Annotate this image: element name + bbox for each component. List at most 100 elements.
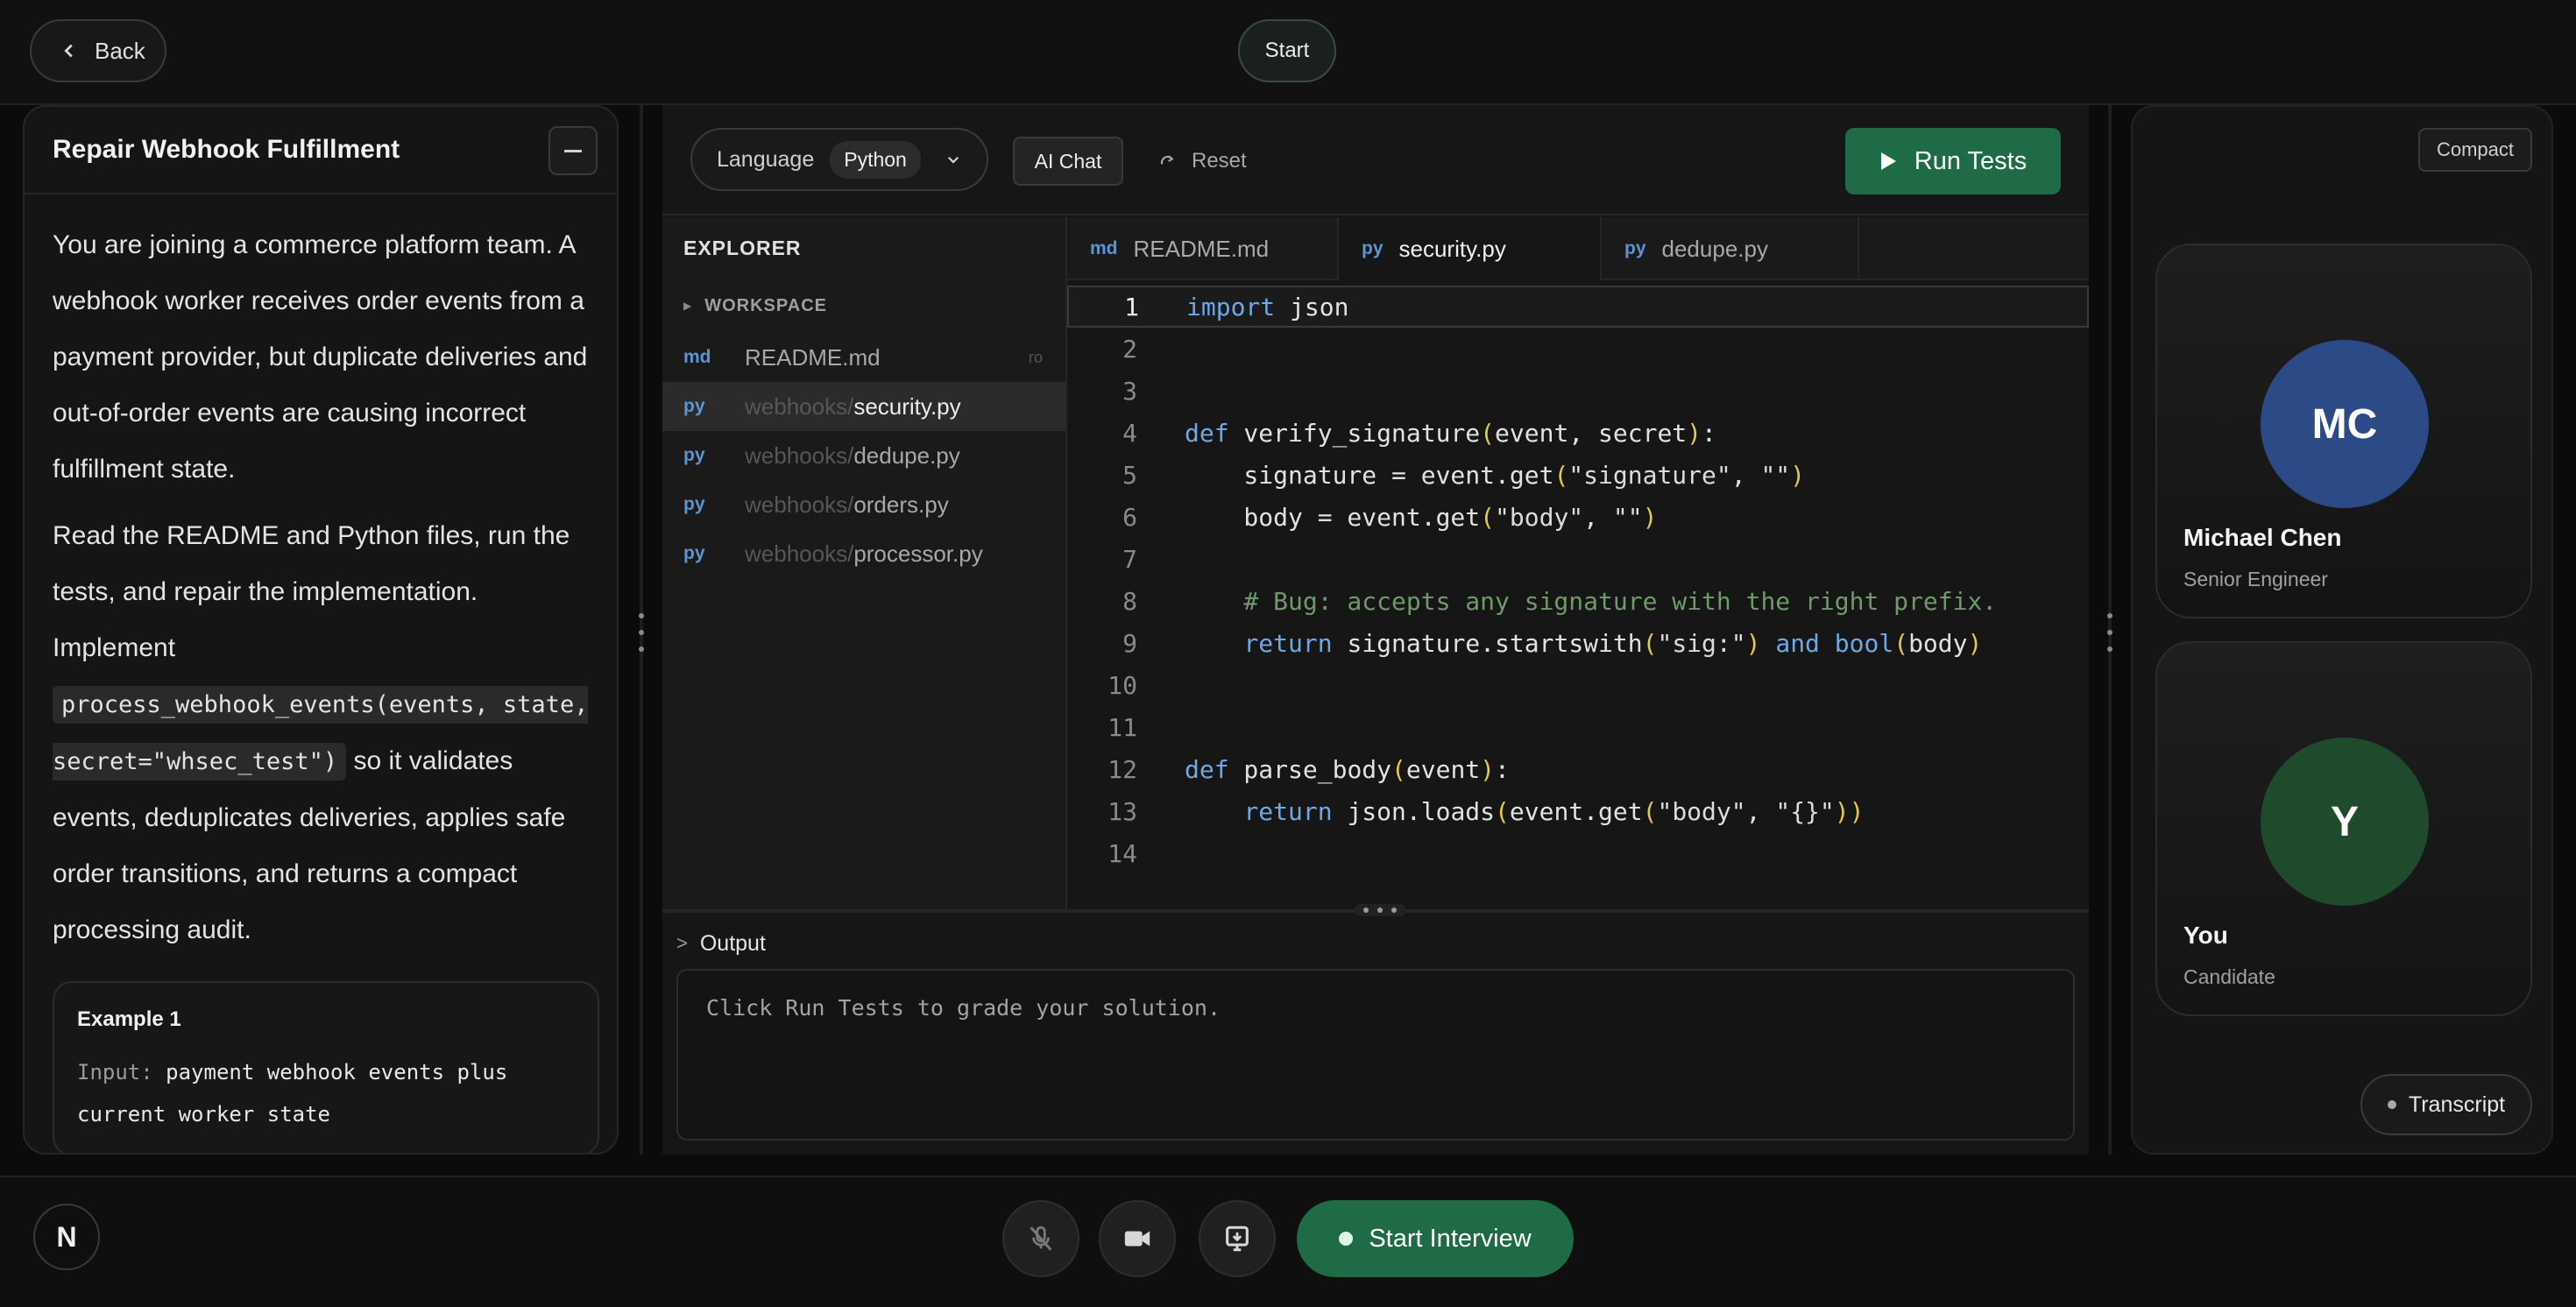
code-line[interactable]: 8 # Bug: accepts any signature with the … <box>1067 580 2089 622</box>
problem-paragraph-2: Read the README and Python files, run th… <box>53 508 594 958</box>
file-item-security[interactable]: py webhooks/security.py <box>662 382 1065 431</box>
code-line[interactable]: 12 def parse_body(event): <box>1067 748 2089 790</box>
tab-security[interactable]: py security.py <box>1339 217 1602 280</box>
code-line[interactable]: 7 <box>1067 538 2089 580</box>
start-interview-button[interactable]: Start Interview <box>1297 1200 1574 1277</box>
run-tests-label: Run Tests <box>1914 146 2028 175</box>
code-text: def verify_signature(event, secret): <box>1185 418 1716 448</box>
language-select[interactable]: Language Python <box>690 128 988 191</box>
example-title: Example 1 <box>77 1007 181 1031</box>
code-line[interactable]: 6 body = event.get("body", "") <box>1067 496 2089 538</box>
file-item-readme[interactable]: md README.md ro <box>662 333 1065 382</box>
collapse-panel-button[interactable] <box>548 126 598 175</box>
code-text: return signature.startswith("sig:") and … <box>1243 628 1983 658</box>
code-line[interactable]: 14 <box>1067 832 2089 874</box>
code-line[interactable]: 5 signature = event.get("signature", "") <box>1067 454 2089 496</box>
code-line[interactable]: 13 return json.loads(event.get("body", "… <box>1067 790 2089 832</box>
line-number: 14 <box>1108 838 1137 868</box>
language-value: Python <box>830 140 921 179</box>
code-line[interactable]: 2 <box>1067 328 2089 370</box>
code-editor[interactable]: 1 import json 2 3 4 def verify_signature(even… <box>1067 280 2089 909</box>
avatar: MC <box>2261 340 2429 508</box>
example-input: Input: payment webhook events plus curre… <box>77 1051 575 1135</box>
tab-readme[interactable]: md README.md <box>1067 217 1339 280</box>
file-item-orders[interactable]: py webhooks/orders.py <box>662 480 1065 529</box>
line-number: 10 <box>1108 670 1137 700</box>
participant-card-interviewer: MC Michael Chen Senior Engineer <box>2155 244 2532 618</box>
back-button[interactable]: Back <box>30 19 166 82</box>
problem-panel: Repair Webhook Fulfillment You are joini… <box>23 105 619 1155</box>
problem-description: You are joining a commerce platform team… <box>25 194 617 958</box>
code-line[interactable]: 3 <box>1067 370 2089 412</box>
start-interview-label: Start Interview <box>1369 1224 1532 1253</box>
line-number: 2 <box>1122 334 1137 364</box>
transcript-button[interactable]: Transcript <box>2360 1074 2532 1135</box>
file-dir: webhooks/ <box>745 442 854 469</box>
language-label: Language <box>717 146 815 172</box>
tab-label: README.md <box>1133 235 1270 262</box>
problem-paragraph-1: You are joining a commerce platform team… <box>53 230 588 484</box>
participants-panel: Compact MC Michael Chen Senior Engineer … <box>2131 105 2553 1155</box>
output-resize-handle[interactable] <box>1355 904 1405 916</box>
code-line[interactable]: 4 def verify_signature(event, secret): <box>1067 412 2089 454</box>
python-file-icon: py <box>683 543 705 563</box>
top-bar: Back Start <box>0 0 2576 105</box>
problem-header: Repair Webhook Fulfillment <box>25 107 617 194</box>
right-resize-handle[interactable] <box>2105 613 2114 652</box>
file-item-dedupe[interactable]: py webhooks/dedupe.py <box>662 431 1065 480</box>
code-text: body = event.get("body", "") <box>1185 502 1658 532</box>
left-resize-handle[interactable] <box>637 613 646 652</box>
video-icon <box>1124 1231 1150 1247</box>
participant-role: Senior Engineer <box>2183 568 2328 590</box>
line-number: 12 <box>1108 754 1137 784</box>
code-text: import json <box>1186 292 1349 321</box>
participant-role: Candidate <box>2183 965 2275 988</box>
record-dot-icon <box>1339 1232 1354 1246</box>
ai-chat-button[interactable]: AI Chat <box>1013 137 1123 186</box>
code-text: signature = event.get("signature", "") <box>1185 460 1806 490</box>
output-header[interactable]: > Output <box>676 923 766 964</box>
line-number: 5 <box>1122 460 1137 490</box>
participant-name: You <box>2183 922 2228 949</box>
file-name: processor.py <box>853 540 983 567</box>
line-number: 4 <box>1122 418 1137 448</box>
compact-button[interactable]: Compact <box>2418 128 2532 172</box>
camera-button[interactable] <box>1099 1200 1176 1277</box>
file-name: dedupe.py <box>853 442 960 469</box>
line-number: 7 <box>1122 544 1137 574</box>
caret-right-icon: ▶ <box>683 300 693 312</box>
file-dir: webhooks/ <box>745 540 854 567</box>
back-label: Back <box>95 37 145 64</box>
tab-label: dedupe.py <box>1661 235 1768 262</box>
code-line[interactable]: 9 return signature.startswith("sig:") an… <box>1067 622 2089 664</box>
code-line[interactable]: 10 <box>1067 664 2089 706</box>
code-line[interactable]: 1 import json <box>1067 286 2089 328</box>
code-text: def parse_body(event): <box>1185 754 1510 784</box>
example-card: Example 1 Input: payment webhook events … <box>53 981 599 1153</box>
editor-area: Language Python AI Chat Reset Run Tests … <box>662 105 2089 1155</box>
tab-label: security.py <box>1398 235 1506 262</box>
start-chip[interactable]: Start <box>1238 19 1336 82</box>
mute-button[interactable] <box>1002 1200 1079 1277</box>
mic-off-icon <box>1030 1226 1052 1251</box>
brand-logo: N <box>33 1204 100 1270</box>
python-file-icon: py <box>683 396 705 416</box>
code-text: return json.loads(event.get("body", "{}"… <box>1243 796 1865 826</box>
bottom-bar: N Start Interview <box>0 1176 2576 1307</box>
code-text: # Bug: accepts any signature with the ri… <box>1185 586 1998 616</box>
dot-icon <box>2387 1100 2396 1109</box>
editor-tabs: md README.md py security.py py dedupe.py <box>1067 217 2089 280</box>
workspace-folder[interactable]: ▶ WORKSPACE <box>662 279 1065 333</box>
tab-dedupe[interactable]: py dedupe.py <box>1602 217 1859 280</box>
workspace-label: WORKSPACE <box>704 295 827 315</box>
readonly-badge: ro <box>1028 348 1043 366</box>
participant-card-candidate: Y You Candidate <box>2155 641 2532 1016</box>
screen-share-button[interactable] <box>1199 1200 1276 1277</box>
minus-icon <box>564 149 582 152</box>
code-line[interactable]: 11 <box>1067 706 2089 748</box>
output-message: Click Run Tests to grade your solution. <box>706 995 1221 1021</box>
reset-button[interactable]: Reset <box>1158 137 1247 186</box>
file-item-processor[interactable]: py webhooks/processor.py <box>662 529 1065 578</box>
python-file-icon: py <box>1624 238 1646 258</box>
run-tests-button[interactable]: Run Tests <box>1845 128 2061 194</box>
